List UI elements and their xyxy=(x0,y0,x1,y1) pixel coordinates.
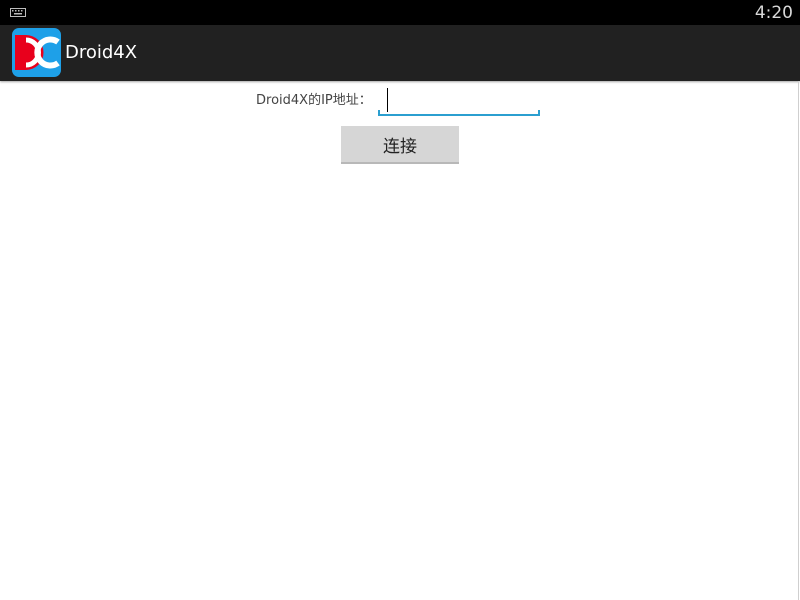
ip-input-underline xyxy=(378,114,540,116)
text-cursor xyxy=(387,88,388,112)
droid4x-logo-icon[interactable] xyxy=(12,28,61,77)
ip-input-underline-right-tick xyxy=(538,110,540,116)
app-title: Droid4X xyxy=(65,42,138,63)
ip-input-underline-left-tick xyxy=(378,110,380,116)
status-bar: 4:20 xyxy=(0,0,800,25)
action-bar: Droid4X xyxy=(0,25,800,81)
ip-address-input[interactable] xyxy=(378,88,540,116)
keyboard-icon xyxy=(10,8,26,17)
ip-address-label: Droid4X的IP地址： xyxy=(256,93,372,108)
connect-button[interactable]: 连接 xyxy=(341,126,459,164)
window-right-edge xyxy=(798,81,799,600)
status-clock: 4:20 xyxy=(754,3,793,23)
